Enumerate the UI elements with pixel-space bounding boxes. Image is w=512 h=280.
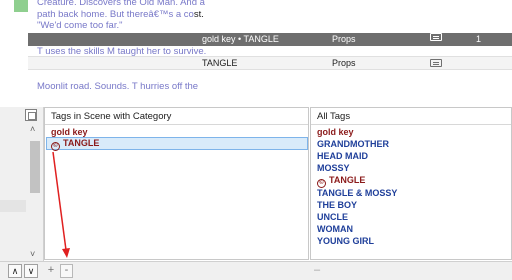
row-category: Props — [332, 34, 356, 44]
remove-tag-button[interactable]: - — [60, 264, 73, 278]
script-line-partial: Creature. Discovers the Old Man. And a — [37, 0, 205, 8]
all-tag-item[interactable]: HEAD MAID — [317, 151, 368, 161]
note-icon[interactable] — [430, 33, 442, 43]
add-tag-button[interactable]: + — [45, 264, 57, 278]
scene-tag-editor: Creature. Discovers the Old Man. And a p… — [0, 0, 512, 280]
scene-tags-scrollbar[interactable]: ˄ ˅ — [28, 124, 42, 261]
bottom-toolbar — [0, 261, 512, 280]
scene-tag-label: TANGLE — [63, 138, 100, 148]
all-tag-item[interactable]: GRANDMOTHER — [317, 139, 389, 149]
scroll-down-icon[interactable]: ˅ — [30, 249, 35, 259]
grid-icon[interactable] — [25, 109, 37, 121]
scrollbar-thumb[interactable] — [30, 141, 40, 193]
copyright-icon: © — [51, 142, 60, 151]
all-tag-item[interactable]: WOMAN — [317, 224, 353, 234]
tag-row-selected[interactable]: gold key • TANGLE Props 1 — [28, 33, 512, 46]
all-tag-item[interactable]: gold key — [317, 127, 354, 137]
note-icon[interactable] — [430, 59, 442, 69]
tag-row[interactable]: TANGLE Props — [28, 56, 512, 70]
script-line: path back home. But thereâ€™s a cost. — [37, 9, 204, 20]
all-tag-item[interactable]: © TANGLE — [317, 175, 365, 188]
move-up-button[interactable]: ∧ — [8, 264, 22, 278]
remove-all-tag-button[interactable]: – — [314, 264, 326, 278]
scroll-up-icon[interactable]: ˄ — [30, 124, 35, 134]
all-tag-item[interactable]: UNCLE — [317, 212, 348, 222]
all-tags-pane: All Tags gold key GRANDMOTHER HEAD MAID … — [310, 107, 512, 260]
all-tag-item[interactable]: TANGLE & MOSSY — [317, 188, 397, 198]
scene-tag-item[interactable]: © TANGLE — [51, 138, 99, 151]
script-line-cut: Moonlit road. Sounds. T hurries off the — [37, 81, 199, 92]
strip-marker — [0, 200, 26, 212]
all-tags-header: All Tags — [311, 108, 511, 125]
scene-tags-pane: Tags in Scene with Category gold key © TA… — [44, 107, 309, 260]
script-text-area: Creature. Discovers the Old Man. And a p… — [0, 0, 512, 92]
row-tags: gold key • TANGLE — [202, 34, 279, 44]
all-tag-item[interactable]: THE BOY — [317, 200, 357, 210]
copyright-icon: © — [317, 179, 326, 188]
move-down-button[interactable]: ∨ — [24, 264, 38, 278]
script-line-text: path back home. But thereâ€™s a co — [37, 9, 194, 20]
row-tags: TANGLE — [202, 58, 238, 68]
scene-color-marker — [14, 0, 28, 12]
script-line-quote: "We'd come too far." — [37, 20, 123, 31]
scene-tags-header: Tags in Scene with Category — [45, 108, 308, 125]
script-line-tail: st. — [193, 9, 204, 20]
splitter[interactable] — [0, 92, 512, 106]
all-tag-item[interactable]: MOSSY — [317, 163, 350, 173]
scene-tag-category[interactable]: gold key — [51, 127, 88, 137]
all-tag-label: TANGLE — [329, 175, 366, 185]
row-count: 1 — [476, 34, 482, 44]
all-tag-item[interactable]: YOUNG GIRL — [317, 236, 374, 246]
row-category: Props — [332, 58, 356, 68]
